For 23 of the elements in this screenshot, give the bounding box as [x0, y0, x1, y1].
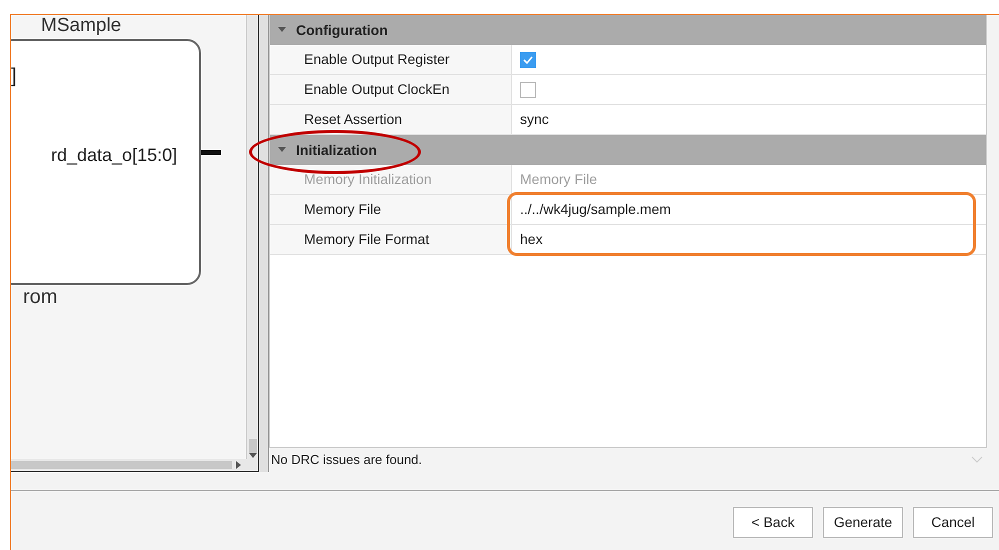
chevron-down-icon[interactable]: [971, 456, 983, 464]
instance-label: rom: [23, 285, 58, 310]
port-label: ]: [11, 64, 17, 89]
scrollbar-thumb[interactable]: [11, 461, 232, 469]
scroll-right-icon[interactable]: [236, 461, 242, 469]
group-header[interactable]: Configuration: [270, 15, 986, 45]
collapse-icon[interactable]: [278, 27, 286, 33]
group-header[interactable]: Initialization: [270, 135, 986, 165]
dialog-button[interactable]: Generate: [823, 507, 903, 538]
checkbox[interactable]: [520, 52, 536, 68]
scrollbar-thumb[interactable]: [248, 439, 256, 453]
port-label: rd_data_o[15:0]: [51, 144, 178, 167]
status-message: No DRC issues are found.: [270, 451, 422, 470]
horizontal-scrollbar[interactable]: [11, 459, 258, 471]
block-title: MSample: [41, 15, 122, 37]
dialog-button[interactable]: Cancel: [913, 507, 993, 538]
checkbox[interactable]: [520, 82, 536, 98]
property-value[interactable]: hex: [520, 229, 543, 250]
check-icon: [522, 54, 534, 66]
collapse-icon[interactable]: [278, 147, 286, 153]
property-value[interactable]: sync: [520, 109, 549, 130]
dialog-button[interactable]: < Back: [733, 507, 813, 538]
vertical-scrollbar[interactable]: [246, 15, 258, 459]
